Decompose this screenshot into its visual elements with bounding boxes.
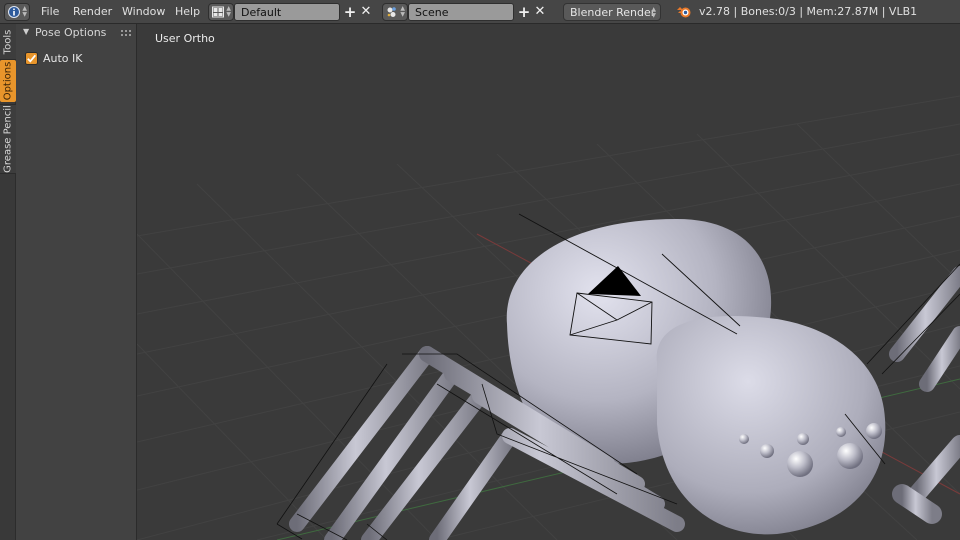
plus-icon[interactable]: + <box>342 3 358 21</box>
tab-tools[interactable]: Tools <box>0 24 16 60</box>
dropdown-arrows-icon: ▲ ▼ <box>226 5 231 18</box>
top-header-bar: ▲ ▼ File Render Window Help ▲ ▼ Default + … <box>0 0 960 24</box>
3d-viewport[interactable]: User Ortho <box>137 24 960 540</box>
auto-ik-option[interactable]: Auto IK <box>25 52 125 66</box>
drag-handle-icon[interactable] <box>121 29 131 37</box>
info-icon <box>8 6 20 18</box>
tool-shelf-tabs: Tools Options Grease Pencil <box>0 24 16 540</box>
close-icon[interactable]: ✕ <box>358 3 374 21</box>
tool-shelf-panel: ▼ Pose Options Auto IK <box>16 24 137 540</box>
menu-render[interactable]: Render <box>73 0 112 24</box>
tab-grease-pencil[interactable]: Grease Pencil <box>0 104 16 174</box>
dropdown-arrows-icon: ▲ ▼ <box>400 5 405 18</box>
plus-icon[interactable]: + <box>516 3 532 21</box>
screen-layout-icon <box>212 6 224 18</box>
status-info: v2.78 | Bones:0/3 | Mem:27.87M | VLB1 <box>699 5 918 18</box>
dropdown-arrows-icon: ▲ ▼ <box>651 6 656 19</box>
menu-file[interactable]: File <box>41 0 59 24</box>
dropdown-arrows-icon: ▲ ▼ <box>22 5 27 18</box>
menu-window[interactable]: Window <box>122 0 165 24</box>
panel-title: Pose Options <box>35 26 107 39</box>
tab-options[interactable]: Options <box>0 60 16 102</box>
menu-help[interactable]: Help <box>175 0 200 24</box>
editor-type-button[interactable]: ▲ ▼ <box>4 3 30 21</box>
screen-layout-button[interactable]: ▲ ▼ <box>208 3 234 21</box>
checkbox-checked-icon[interactable] <box>25 52 38 65</box>
blender-logo-icon <box>677 7 691 18</box>
scene-field[interactable]: Scene <box>408 3 514 21</box>
screen-layout-field[interactable]: Default <box>234 3 340 21</box>
close-icon[interactable]: ✕ <box>532 3 548 21</box>
spider-head <box>656 316 886 535</box>
auto-ik-label: Auto IK <box>43 52 83 65</box>
render-engine-label: Blender Render <box>570 6 656 19</box>
viewport-scene <box>137 95 960 540</box>
viewport-view-label: User Ortho <box>155 32 215 45</box>
panel-header-pose-options[interactable]: ▼ Pose Options <box>16 24 136 43</box>
tab-tools-label: Tools <box>2 29 14 54</box>
tab-options-label: Options <box>2 61 14 101</box>
scene-icon <box>387 7 396 17</box>
tab-grease-pencil-label: Grease Pencil <box>2 105 14 173</box>
scene-button[interactable]: ▲ ▼ <box>382 3 408 21</box>
collapse-triangle-icon: ▼ <box>23 27 30 36</box>
render-engine-dropdown[interactable]: Blender Render ▲ ▼ <box>563 3 661 21</box>
